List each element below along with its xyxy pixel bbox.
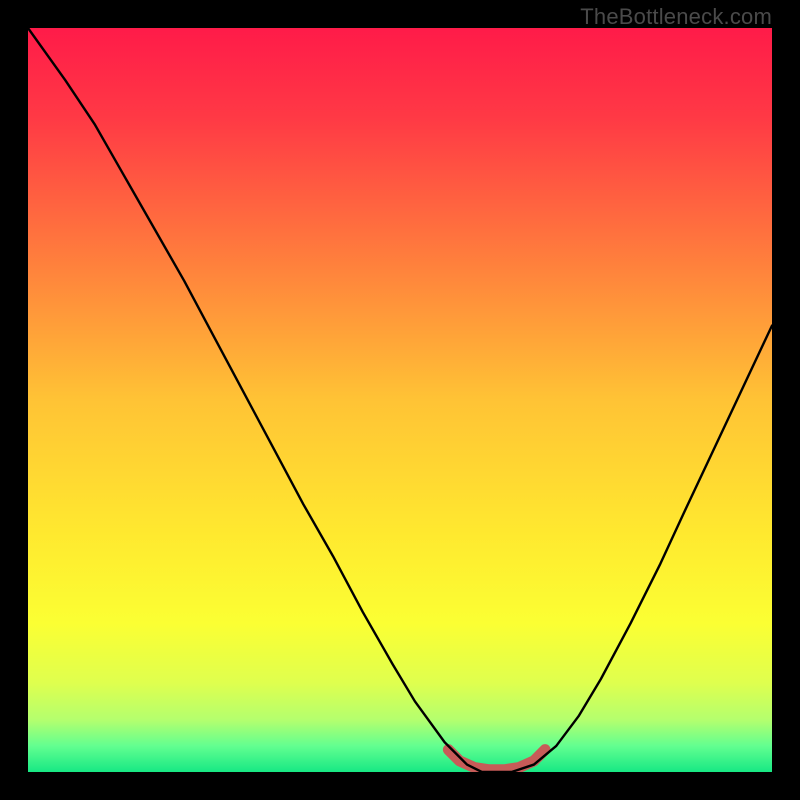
watermark-label: TheBottleneck.com	[580, 4, 772, 30]
plot-area	[28, 28, 772, 772]
bottleneck-curve-line	[28, 28, 772, 772]
chart-frame: TheBottleneck.com	[0, 0, 800, 800]
curve-layer	[28, 28, 772, 772]
